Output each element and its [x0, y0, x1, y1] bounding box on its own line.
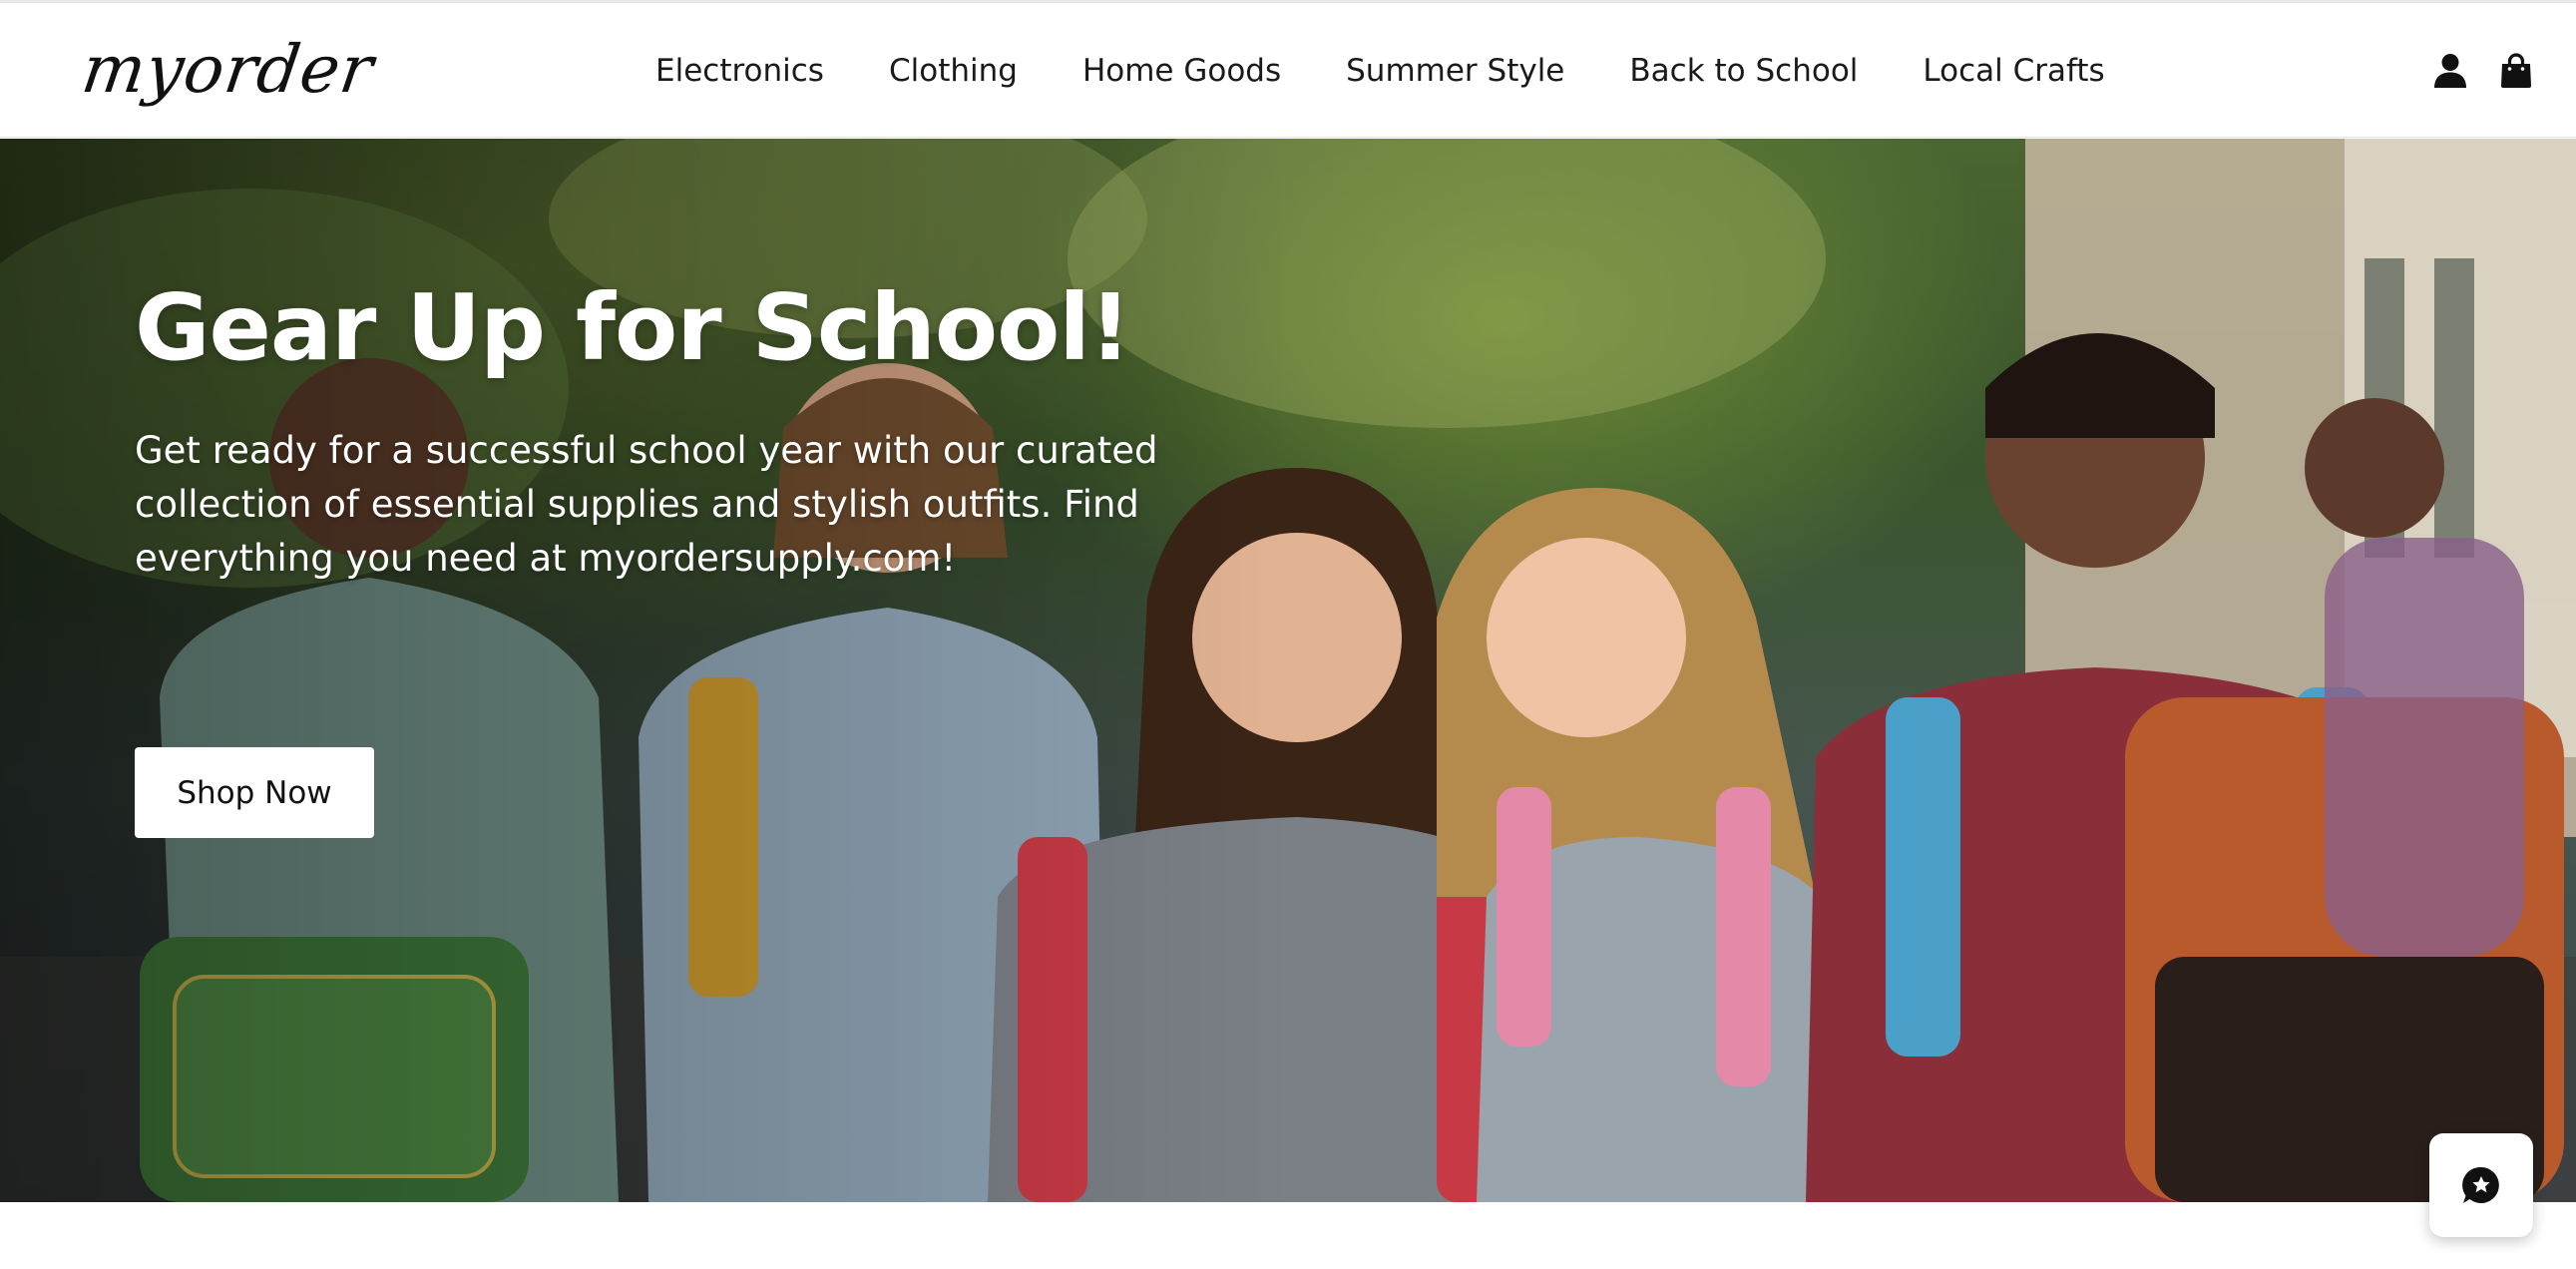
shopping-bag-icon[interactable]: [2492, 47, 2540, 95]
chat-star-icon: [2462, 1166, 2499, 1203]
shop-now-button[interactable]: Shop Now: [135, 747, 374, 838]
account-icon[interactable]: [2426, 47, 2474, 95]
hero-content: Gear Up for School! Get ready for a succ…: [135, 277, 1192, 586]
nav-link-electronics[interactable]: Electronics: [655, 53, 824, 89]
nav-link-back-to-school[interactable]: Back to School: [1629, 53, 1858, 89]
hero-title: Gear Up for School!: [135, 274, 1131, 381]
nav-link-clothing[interactable]: Clothing: [889, 53, 1018, 89]
chat-widget-button[interactable]: [2429, 1133, 2533, 1237]
main-nav: Electronics Clothing Home Goods Summer S…: [655, 3, 2105, 138]
header-actions: [2408, 3, 2540, 138]
nav-link-local-crafts[interactable]: Local Crafts: [1923, 53, 2104, 89]
hero-banner: Gear Up for School! Get ready for a succ…: [0, 139, 2576, 1202]
site-header: myorder Electronics Clothing Home Goods …: [0, 3, 2576, 138]
nav-link-summer-style[interactable]: Summer Style: [1346, 53, 1564, 89]
site-logo[interactable]: myorder: [78, 31, 379, 108]
nav-link-home-goods[interactable]: Home Goods: [1082, 53, 1281, 89]
hero-description: Get ready for a successful school year w…: [135, 429, 1158, 581]
